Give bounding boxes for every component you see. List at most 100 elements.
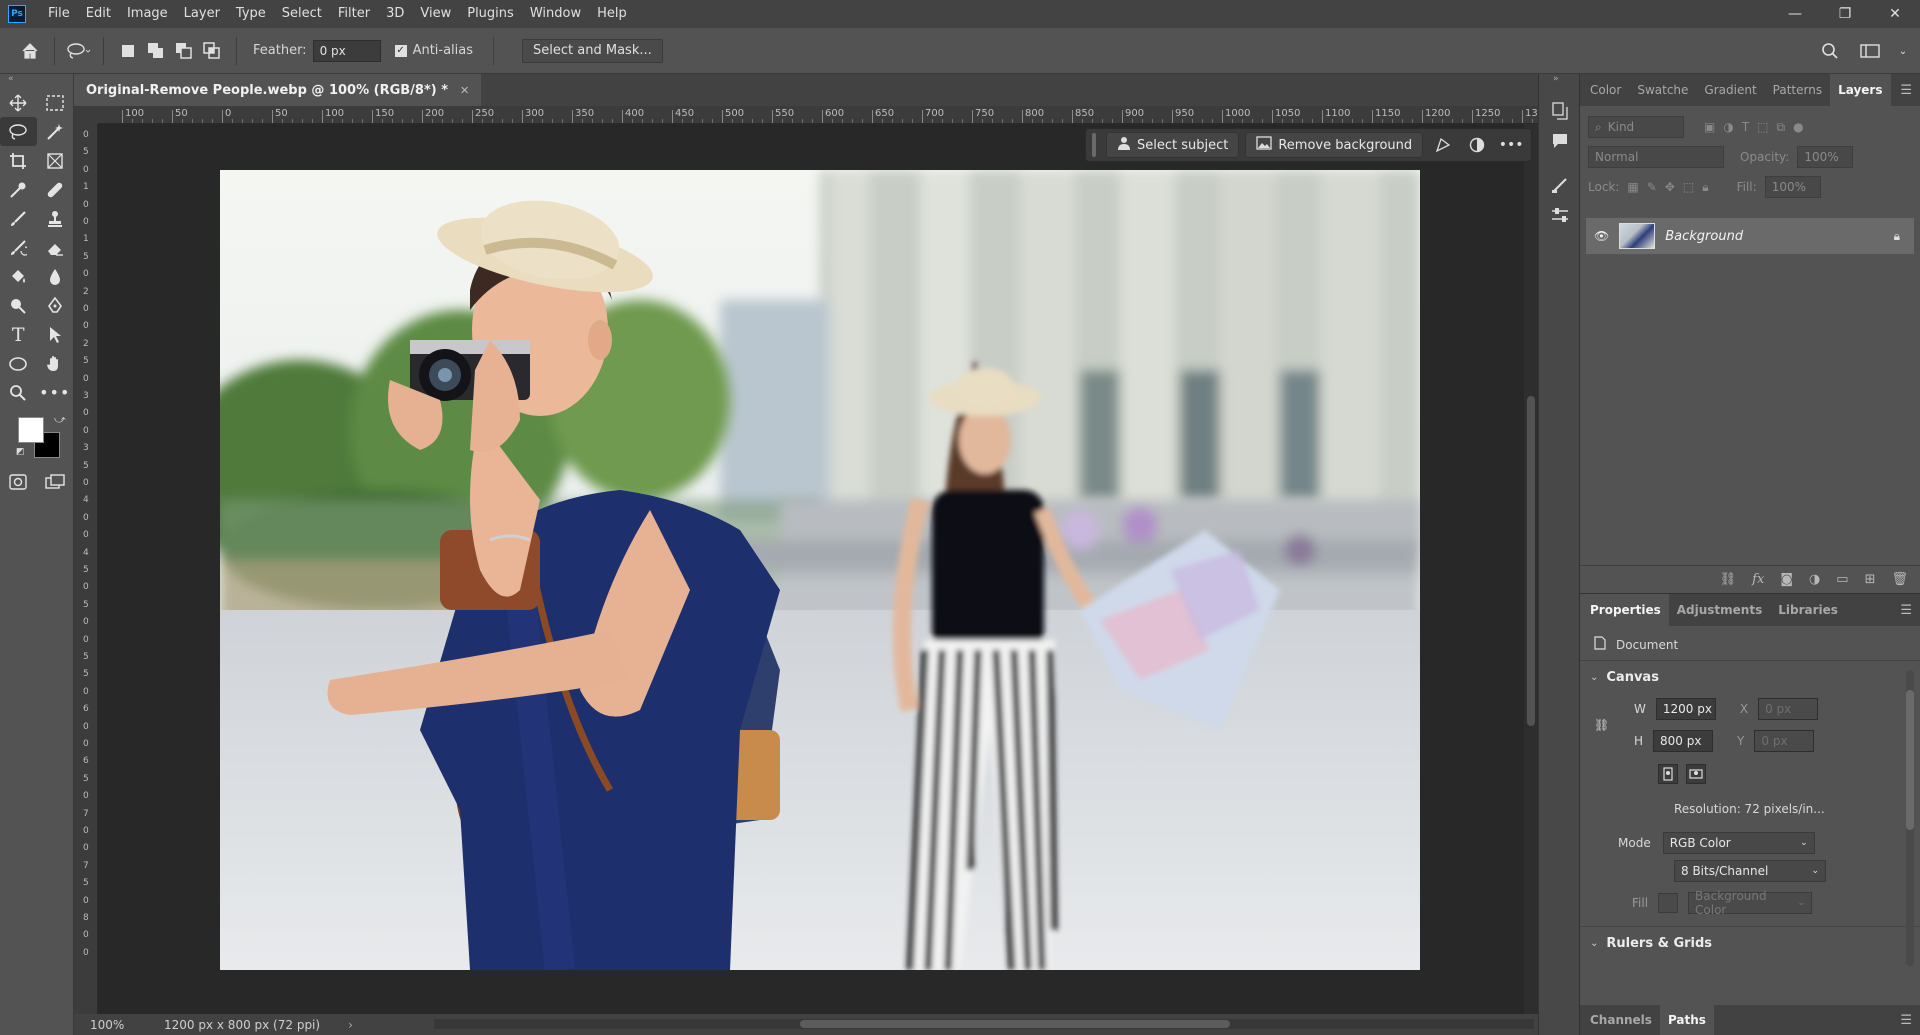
menu-image[interactable]: Image — [119, 0, 176, 28]
type-tool-icon[interactable]: T — [0, 320, 37, 349]
search-icon[interactable] — [1816, 37, 1844, 65]
lock-transparent-icon[interactable]: ▦ — [1627, 180, 1638, 194]
vertical-scrollbar[interactable] — [1524, 124, 1538, 1014]
landscape-icon[interactable] — [1686, 764, 1706, 784]
add-mask-icon[interactable]: ◙ — [1780, 572, 1793, 587]
rulers-grids-section-header[interactable]: ⌄ Rulers & Grids — [1590, 936, 1712, 951]
delete-layer-icon[interactable]: 🗑︎ — [1891, 572, 1908, 587]
menu-type[interactable]: Type — [228, 0, 274, 28]
magic-wand-tool-icon[interactable] — [37, 117, 74, 146]
foreground-color-swatch[interactable] — [18, 417, 44, 443]
history-brush-tool-icon[interactable] — [0, 233, 37, 262]
menu-plugins[interactable]: Plugins — [459, 0, 522, 28]
blend-mode-select[interactable]: Normal — [1588, 146, 1724, 168]
eyedropper-tool-icon[interactable] — [0, 175, 37, 204]
tab-color[interactable]: Color — [1580, 74, 1629, 106]
new-group-icon[interactable]: ▭ — [1836, 572, 1848, 587]
hand-tool-icon[interactable] — [37, 349, 74, 378]
select-and-mask-button[interactable]: Select and Mask... — [522, 38, 663, 63]
canvas-fill-select[interactable]: Background Color ⌄ — [1688, 889, 1813, 917]
shape-filter-icon[interactable]: ⬚ — [1757, 120, 1768, 134]
fill-color-swatch[interactable] — [1658, 893, 1679, 913]
document-tab[interactable]: Original-Remove People.webp @ 100% (RGB/… — [74, 74, 482, 106]
tab-swatches[interactable]: Swatche — [1629, 74, 1696, 106]
paint-bucket-tool-icon[interactable] — [0, 262, 37, 291]
lasso-preset-icon[interactable] — [65, 37, 93, 65]
canvas-section-header[interactable]: ⌄ Canvas — [1590, 670, 1659, 685]
vertical-scrollbar-thumb[interactable] — [1527, 396, 1535, 726]
menu-layer[interactable]: Layer — [176, 0, 228, 28]
menu-window[interactable]: Window — [522, 0, 589, 28]
feather-input[interactable] — [312, 39, 381, 62]
menu-select[interactable]: Select — [274, 0, 330, 28]
ellipse-tool-icon[interactable] — [0, 349, 37, 378]
move-tool-icon[interactable] — [0, 88, 37, 117]
crop-tool-icon[interactable] — [0, 146, 37, 175]
blur-tool-icon[interactable] — [37, 262, 74, 291]
new-layer-icon[interactable]: ⊞ — [1865, 572, 1876, 587]
drag-handle[interactable] — [1092, 133, 1096, 157]
workspace-icon[interactable] — [1856, 37, 1884, 65]
tab-adjustments[interactable]: Adjustments — [1669, 594, 1770, 626]
healing-brush-tool-icon[interactable] — [37, 175, 74, 204]
home-icon[interactable] — [16, 37, 44, 65]
tab-patterns[interactable]: Patterns — [1765, 74, 1830, 106]
clone-stamp-tool-icon[interactable] — [37, 204, 74, 233]
select-subject-button[interactable]: Select subject — [1106, 132, 1240, 158]
lasso-tool-icon[interactable] — [0, 117, 37, 146]
more-tools-icon[interactable]: ••• — [37, 378, 74, 407]
transform-icon[interactable] — [1429, 132, 1457, 158]
zoom-level[interactable]: 100% — [74, 1018, 144, 1032]
history-icon[interactable] — [1539, 96, 1581, 126]
filter-toggle-icon[interactable]: ● — [1793, 120, 1803, 134]
collapse-icon[interactable]: « — [0, 74, 73, 88]
tab-properties[interactable]: Properties — [1580, 594, 1669, 626]
adjustments-sliders-icon[interactable] — [1539, 200, 1581, 230]
tab-libraries[interactable]: Libraries — [1770, 594, 1846, 626]
opacity-input[interactable]: 100% — [1797, 146, 1854, 168]
screen-mode-icon[interactable] — [37, 467, 74, 496]
tab-gradient[interactable]: Gradient — [1696, 74, 1764, 106]
x-input[interactable]: 0 px — [1758, 698, 1819, 720]
menu-help[interactable]: Help — [589, 0, 635, 28]
link-dimensions-icon[interactable]: ⛓ — [1594, 718, 1609, 732]
panel-menu-icon[interactable]: ☰ — [1900, 83, 1912, 98]
default-colors-icon[interactable]: ◩ — [16, 447, 25, 457]
document-image[interactable] — [220, 170, 1420, 970]
properties-scrollbar[interactable] — [1906, 670, 1914, 966]
close-tab-icon[interactable]: ✕ — [460, 84, 469, 97]
lock-all-icon[interactable]: 🔒︎ — [1702, 180, 1708, 195]
intersect-selection-button[interactable] — [201, 40, 223, 62]
adjustment-icon[interactable] — [1463, 132, 1491, 158]
frame-tool-icon[interactable] — [37, 146, 74, 175]
width-input[interactable]: 1200 px — [1655, 698, 1716, 720]
collapse-icon[interactable]: » — [1539, 74, 1579, 90]
more-options-icon[interactable]: ••• — [1497, 132, 1525, 158]
fx-icon[interactable]: fx — [1752, 572, 1764, 587]
subtract-selection-button[interactable] — [173, 40, 195, 62]
new-adjustment-layer-icon[interactable]: ◑ — [1809, 572, 1820, 587]
smart-object-filter-icon[interactable]: ⧉ — [1777, 120, 1786, 135]
menu-filter[interactable]: Filter — [330, 0, 378, 28]
path-selection-tool-icon[interactable] — [37, 320, 74, 349]
tab-paths[interactable]: Paths — [1659, 1004, 1714, 1035]
status-menu-icon[interactable]: › — [348, 1018, 353, 1032]
properties-scrollbar-thumb[interactable] — [1906, 690, 1914, 830]
swap-colors-icon[interactable]: ⤻ — [54, 413, 66, 427]
restore-icon[interactable]: ❐ — [1820, 0, 1870, 28]
eye-icon[interactable]: 👁︎ — [1594, 229, 1609, 243]
bit-depth-select[interactable]: 8 Bits/Channel ⌄ — [1674, 860, 1826, 882]
dodge-tool-icon[interactable] — [0, 291, 37, 320]
type-filter-icon[interactable]: T — [1742, 120, 1749, 134]
menu-3d[interactable]: 3D — [378, 0, 412, 28]
zoom-tool-icon[interactable] — [0, 378, 37, 407]
chevron-down-icon[interactable]: ⌄ — [1896, 37, 1910, 65]
tab-layers[interactable]: Layers — [1830, 74, 1891, 106]
portrait-icon[interactable] — [1658, 764, 1678, 784]
new-selection-button[interactable] — [117, 40, 139, 62]
color-mode-select[interactable]: RGB Color ⌄ — [1662, 832, 1815, 854]
horizontal-scrollbar[interactable] — [434, 1019, 1534, 1029]
fill-input[interactable]: 100% — [1764, 176, 1821, 198]
add-selection-button[interactable] — [145, 40, 167, 62]
height-input[interactable]: 800 px — [1653, 730, 1714, 752]
